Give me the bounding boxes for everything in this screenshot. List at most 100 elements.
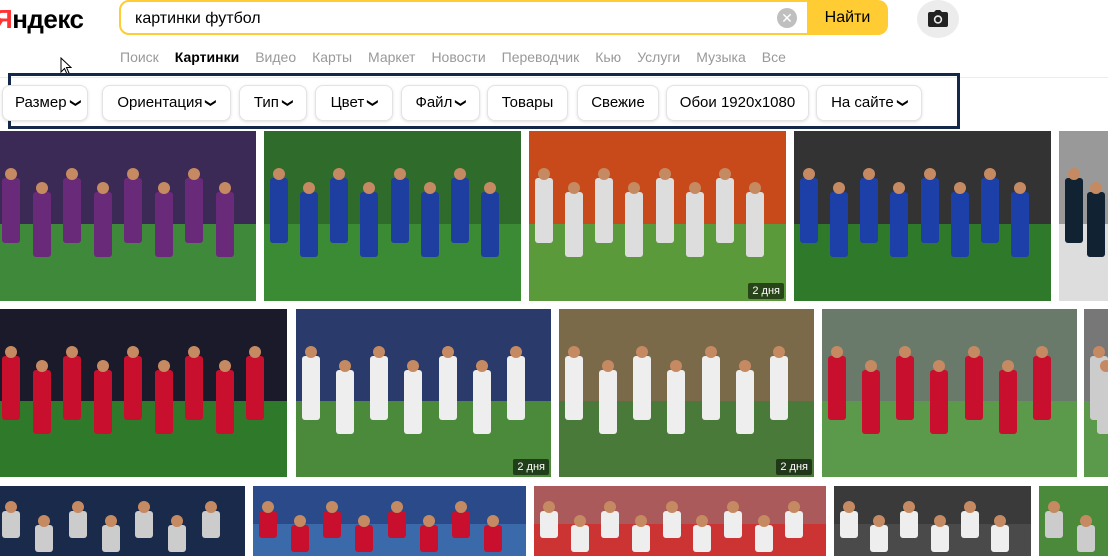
- player-figure: [246, 355, 265, 420]
- service-tab-9[interactable]: Музыка: [696, 49, 746, 65]
- image-result[interactable]: [0, 131, 256, 301]
- player-figure: [419, 525, 438, 553]
- image-age-badge: 2 дня: [776, 459, 812, 475]
- filter-chip-2[interactable]: Тип ❯: [239, 85, 307, 121]
- image-result[interactable]: [794, 131, 1051, 301]
- player-figure: [715, 178, 734, 244]
- player-head: [1001, 359, 1014, 372]
- player-figure: [480, 192, 499, 258]
- filter-chip-8[interactable]: На сайте ❯: [816, 85, 922, 121]
- chevron-down-icon: ❯: [454, 98, 467, 108]
- chevron-down-icon: ❯: [896, 98, 909, 108]
- image-result[interactable]: [0, 486, 245, 556]
- image-result[interactable]: [822, 309, 1077, 477]
- player-figure: [68, 511, 87, 539]
- player-figure: [840, 511, 858, 539]
- image-result[interactable]: 2 дня: [296, 309, 551, 477]
- image-result[interactable]: [1084, 309, 1108, 477]
- image-result[interactable]: 2 дня: [529, 131, 786, 301]
- filter-chip-5[interactable]: Товары: [487, 85, 568, 121]
- yandex-logo[interactable]: Яндекс: [0, 4, 84, 35]
- player-head: [738, 359, 751, 372]
- player-head: [157, 182, 170, 195]
- image-result[interactable]: [264, 131, 521, 301]
- player-figure: [701, 355, 720, 420]
- player-figure: [655, 178, 674, 244]
- player-figure: [754, 525, 773, 553]
- filter-chip-6[interactable]: Свежие: [577, 85, 659, 121]
- service-tab-0[interactable]: Поиск: [120, 49, 159, 65]
- player-head: [1093, 345, 1105, 358]
- search-button[interactable]: Найти: [807, 0, 888, 35]
- player-head: [422, 515, 435, 528]
- player-figure: [185, 178, 203, 244]
- player-figure: [535, 178, 553, 244]
- player-head: [602, 359, 615, 372]
- player-figure: [185, 355, 204, 420]
- player-head: [66, 345, 79, 358]
- player-figure: [998, 369, 1017, 434]
- player-figure: [667, 369, 686, 434]
- services-nav: Поиск Картинки Видео Карты Маркет Новости Пере…: [120, 49, 802, 65]
- search-input[interactable]: [133, 2, 777, 35]
- player-figure: [662, 511, 681, 539]
- player-figure: [930, 525, 949, 553]
- image-result[interactable]: 2 дня: [559, 309, 814, 477]
- image-age-badge: 2 дня: [513, 459, 549, 475]
- player-figure: [900, 511, 919, 539]
- service-tab-4[interactable]: Маркет: [368, 49, 415, 65]
- player-figure: [632, 525, 650, 553]
- image-result[interactable]: [534, 486, 826, 556]
- clear-icon[interactable]: ✕: [777, 8, 797, 28]
- player-head: [1035, 345, 1048, 358]
- player-figure: [300, 192, 319, 258]
- player-figure: [870, 525, 889, 553]
- player-head: [923, 168, 936, 181]
- player-figure: [420, 192, 439, 258]
- player-head: [568, 345, 580, 358]
- player-figure: [135, 511, 154, 539]
- player-figure: [63, 355, 82, 420]
- image-result[interactable]: [1059, 131, 1108, 301]
- player-figure: [601, 511, 620, 539]
- camera-icon: [928, 10, 948, 27]
- player-head: [423, 182, 436, 195]
- service-tab-8[interactable]: Услуги: [637, 49, 680, 65]
- player-figure: [32, 192, 51, 258]
- service-tab-7[interactable]: Кью: [595, 49, 621, 65]
- player-figure: [920, 178, 939, 244]
- player-head: [963, 501, 976, 514]
- player-figure: [201, 511, 220, 539]
- player-figure: [1045, 511, 1063, 539]
- filter-chip-4[interactable]: Файл ❯: [401, 85, 480, 121]
- service-tab-2[interactable]: Видео: [255, 49, 296, 65]
- player-figure: [1032, 355, 1051, 420]
- player-figure: [830, 192, 849, 258]
- service-tab-1[interactable]: Картинки: [175, 49, 239, 65]
- player-head: [704, 345, 717, 358]
- service-tab-5[interactable]: Новости: [431, 49, 485, 65]
- service-tab-3[interactable]: Карты: [312, 49, 352, 65]
- player-figure: [595, 178, 614, 244]
- image-result[interactable]: [253, 486, 526, 556]
- player-figure: [259, 511, 277, 539]
- player-head: [967, 345, 980, 358]
- player-head: [441, 345, 454, 358]
- player-head: [475, 359, 488, 372]
- filter-chip-1[interactable]: Ориентация ❯: [102, 85, 231, 121]
- player-figure: [93, 369, 112, 434]
- image-result[interactable]: [1039, 486, 1108, 556]
- filter-chip-3[interactable]: Цвет ❯: [315, 85, 393, 121]
- player-figure: [323, 511, 342, 539]
- service-tab-6[interactable]: Переводчик: [502, 49, 580, 65]
- service-tab-10[interactable]: Все: [762, 49, 786, 65]
- player-figure: [930, 369, 949, 434]
- player-figure: [860, 178, 879, 244]
- player-figure: [980, 178, 999, 244]
- image-search-button[interactable]: [917, 0, 959, 38]
- player-figure: [387, 511, 406, 539]
- image-result[interactable]: [0, 309, 287, 477]
- filter-chip-0[interactable]: Размер ❯: [2, 85, 88, 121]
- image-result[interactable]: [834, 486, 1031, 556]
- filter-chip-7[interactable]: Обои 1920x1080: [666, 85, 809, 121]
